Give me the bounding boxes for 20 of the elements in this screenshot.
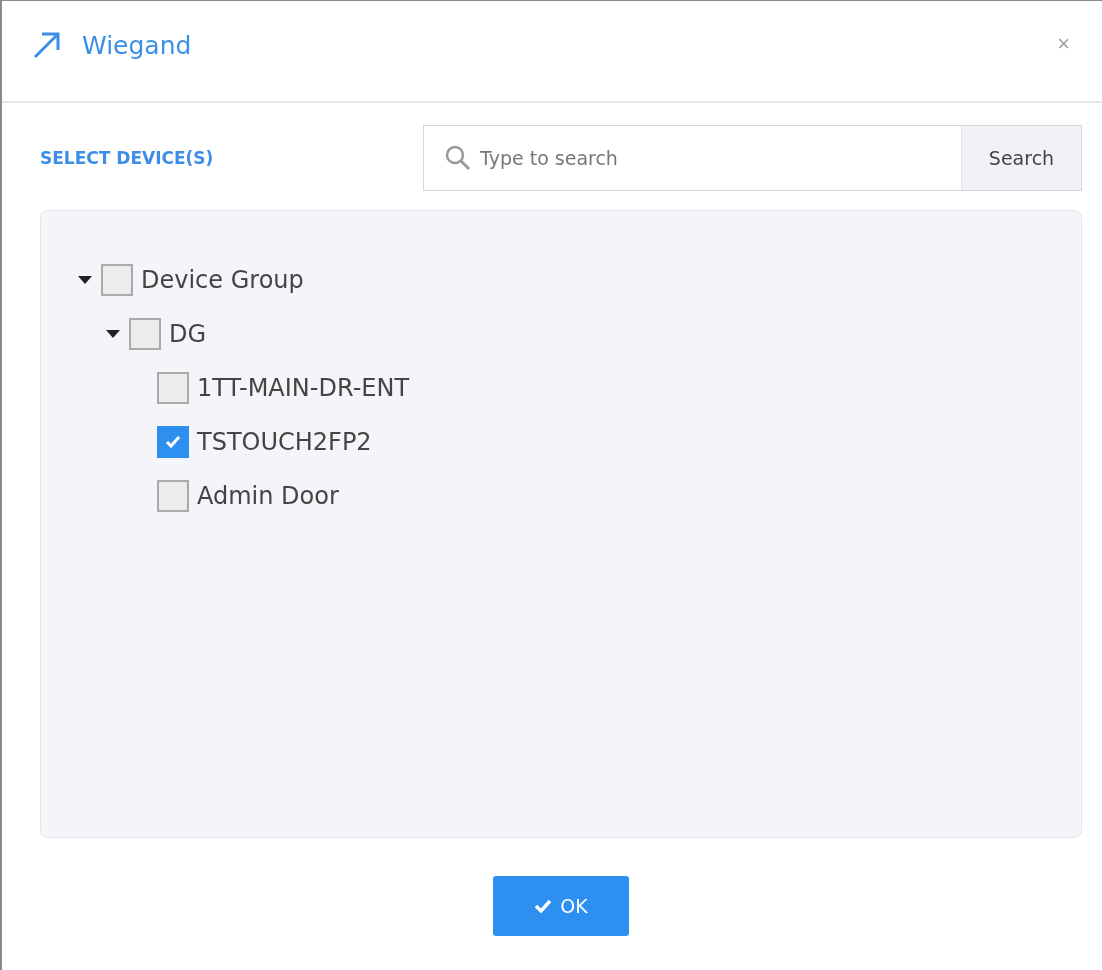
dialog-title: Wiegand (82, 30, 192, 60)
checkbox[interactable] (157, 480, 189, 512)
search-button[interactable]: Search (961, 126, 1081, 190)
checkbox[interactable] (101, 264, 133, 296)
checkbox[interactable] (129, 318, 161, 350)
checkbox[interactable] (157, 426, 189, 458)
tree-item-label[interactable]: TSTOUCH2FP2 (197, 428, 372, 456)
tree-item-label[interactable]: Admin Door (197, 482, 339, 510)
check-icon (534, 899, 553, 913)
section-label: SELECT DEVICE(S) (40, 148, 214, 168)
tree-item-label[interactable]: 1TT-MAIN-DR-ENT (197, 374, 410, 402)
search-icon (444, 144, 472, 172)
tree-item-label[interactable]: DG (169, 320, 207, 348)
check-icon (165, 435, 181, 449)
checkbox[interactable] (157, 372, 189, 404)
search-field[interactable]: Type to search Search (423, 125, 1082, 191)
caret-icon[interactable] (77, 275, 93, 285)
tree-item-label[interactable]: Device Group (141, 266, 304, 294)
arrow-icon (32, 31, 62, 59)
caret-icon[interactable] (105, 329, 121, 339)
